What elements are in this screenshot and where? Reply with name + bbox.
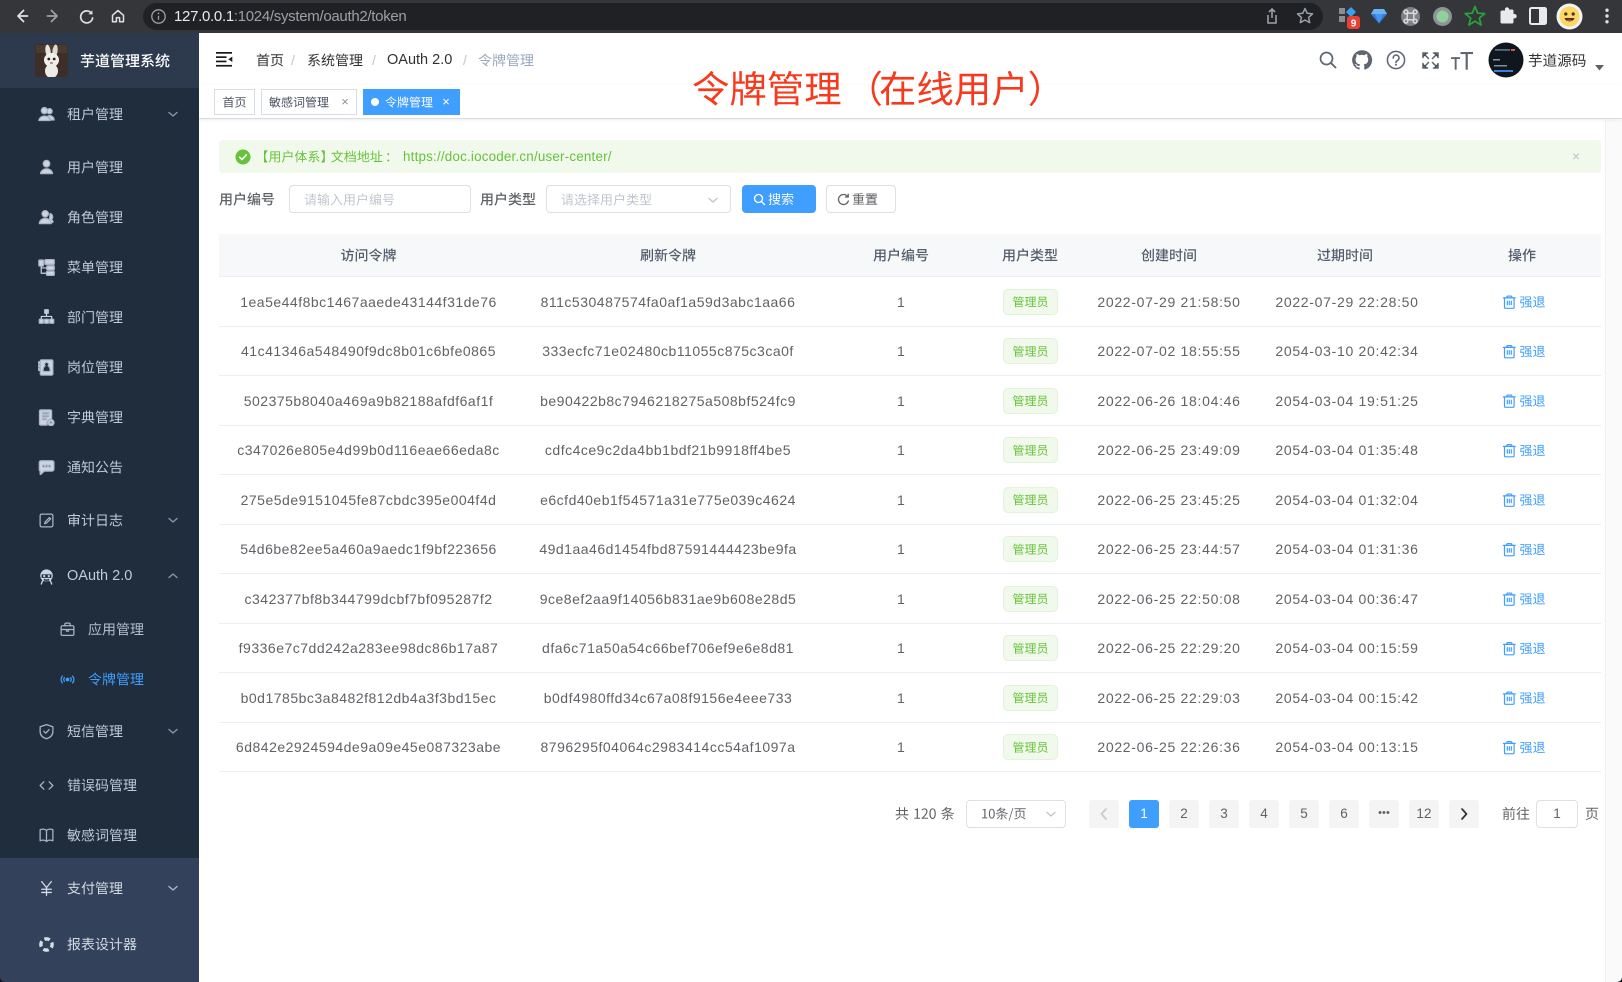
svg-text:9: 9 xyxy=(1351,18,1357,29)
